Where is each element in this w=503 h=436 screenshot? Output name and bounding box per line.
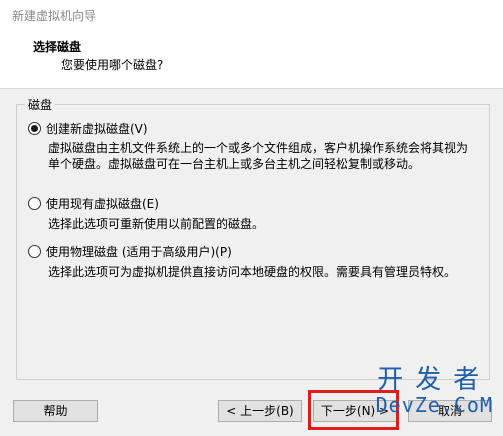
radio-create-new-disk[interactable]: 创建新虚拟磁盘(V) (28, 120, 148, 137)
window-title: 新建虚拟机向导 (12, 9, 97, 23)
cancel-button[interactable]: 取消 (408, 400, 492, 422)
radio-use-existing-disk[interactable]: 使用现有虚拟磁盘(E) (28, 195, 159, 212)
next-button[interactable]: 下一步(N) > (313, 400, 397, 422)
option-description: 选择此选项可为虚拟机提供直接访问本地硬盘的权限。需要具有管理员特权。 (48, 265, 457, 279)
option-label[interactable]: 创建新虚拟磁盘(V) (46, 120, 148, 137)
page-title: 选择磁盘 (33, 40, 82, 54)
page-subtitle: 您要使用哪个磁盘? (61, 58, 164, 72)
title-bar: 新建虚拟机向导 (0, 0, 503, 28)
option-label[interactable]: 使用现有虚拟磁盘(E) (46, 195, 159, 212)
radio-unchecked-icon[interactable] (28, 197, 41, 210)
option-label[interactable]: 使用物理磁盘 (适用于高级用户)(P) (46, 243, 232, 260)
help-button[interactable]: 帮助 (13, 400, 98, 422)
option-description: 选择此选项可重新使用以前配置的磁盘。 (48, 217, 265, 231)
radio-checked-icon[interactable] (28, 122, 41, 135)
radio-use-physical-disk[interactable]: 使用物理磁盘 (适用于高级用户)(P) (28, 243, 232, 260)
groupbox-legend: 磁盘 (25, 96, 56, 113)
wizard-header: 选择磁盘 您要使用哪个磁盘? (0, 28, 503, 89)
radio-unchecked-icon[interactable] (28, 245, 41, 258)
back-button[interactable]: < 上一步(B) (218, 400, 302, 422)
option-description: 虚拟磁盘由主机文件系统上的一个或多个文件组成，客户机操作系统会将其视为单个硬盘。… (48, 141, 469, 171)
